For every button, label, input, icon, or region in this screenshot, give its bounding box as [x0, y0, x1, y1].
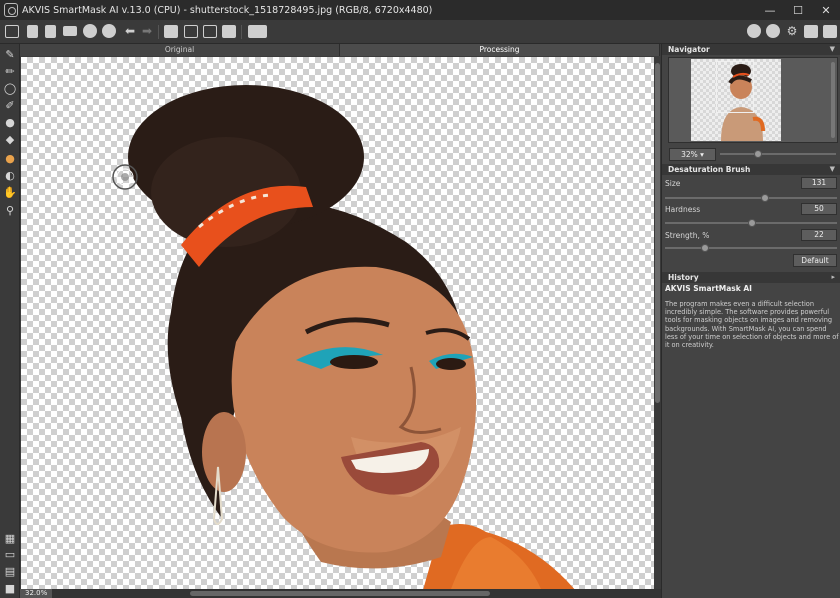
navigator-view-frame[interactable]	[716, 61, 754, 113]
batch-icon[interactable]	[202, 23, 218, 39]
maximize-button[interactable]: ☐	[784, 0, 812, 20]
strength-field[interactable]: 22	[801, 229, 837, 241]
navigator-preview[interactable]	[668, 57, 838, 143]
app-logo-icon	[4, 3, 18, 17]
navigator-thumbnail	[691, 59, 781, 141]
mode-icon[interactable]	[247, 23, 267, 39]
lasso-icon[interactable]: ◯	[2, 80, 18, 96]
print-icon[interactable]	[62, 23, 78, 39]
strength-slider[interactable]	[665, 244, 837, 252]
close-button[interactable]: ✕	[812, 0, 840, 20]
brush-panel-header[interactable]: Desaturation Brush ▼	[662, 164, 840, 175]
size-slider[interactable]	[665, 194, 837, 202]
canvas-horizontal-scrollbar[interactable]	[190, 591, 490, 596]
default-button[interactable]: Default	[793, 254, 837, 267]
minimize-button[interactable]: —	[756, 0, 784, 20]
hardness-label: Hardness	[665, 205, 701, 214]
drop-icon[interactable]: ●	[2, 114, 18, 130]
save-icon[interactable]	[24, 23, 40, 39]
export-pass-icon[interactable]	[803, 23, 819, 39]
window-title: AKVIS SmartMask AI v.13.0 (CPU) - shutte…	[22, 4, 433, 16]
help-icon[interactable]	[765, 23, 781, 39]
image-canvas[interactable]	[21, 57, 654, 589]
background-icon[interactable]: ▭	[2, 546, 18, 562]
hand-icon[interactable]: ✋	[2, 184, 18, 200]
select-all-icon[interactable]: ▤	[2, 563, 18, 579]
history-header[interactable]: History ▸	[662, 272, 840, 283]
eraser-icon[interactable]: ◆	[2, 131, 18, 147]
desaturation-brush-icon[interactable]: ●	[2, 150, 18, 166]
size-label: Size	[665, 179, 681, 188]
hardness-field[interactable]: 50	[801, 203, 837, 215]
undo-icon[interactable]: ⬅	[122, 23, 138, 39]
select-brush-icon[interactable]: ✐	[2, 97, 18, 113]
load-preset-icon[interactable]	[82, 23, 98, 39]
magic-brush-icon[interactable]: ✎	[2, 46, 18, 62]
zoom-readout: 32.0%	[20, 589, 53, 598]
hardness-slider-knob[interactable]	[748, 219, 756, 227]
help-title: AKVIS SmartMask AI	[665, 284, 752, 293]
canvas-vertical-scrollbar[interactable]	[654, 57, 661, 589]
zoom-slider-knob[interactable]	[754, 150, 762, 158]
scroll-thumb[interactable]	[655, 63, 660, 403]
right-panel: Navigator ▼ 32% ▾ Desaturation Brush ▼ Siz…	[661, 44, 840, 598]
adjust-icon[interactable]	[183, 23, 199, 39]
tab-original[interactable]: Original	[20, 44, 340, 56]
size-field[interactable]: 131	[801, 177, 837, 189]
tools-panel: ✎ ✏ ◯ ✐ ● ◆ ● ◐ ✋ ⚲ ▦ ▭ ▤ ■	[0, 44, 20, 598]
hardness-slider[interactable]	[665, 219, 837, 227]
run-icon[interactable]	[163, 23, 179, 39]
zoom-slider[interactable]	[720, 150, 836, 158]
zoom-icon[interactable]: ⚲	[2, 202, 18, 218]
strength-slider-knob[interactable]	[701, 244, 709, 252]
export-icon[interactable]	[42, 23, 58, 39]
mask-icon[interactable]: ■	[2, 580, 18, 596]
tab-processing[interactable]: Processing	[340, 44, 660, 56]
notify-icon[interactable]	[822, 23, 838, 39]
status-bar: 32.0%	[20, 589, 661, 598]
title-bar: AKVIS SmartMask AI v.13.0 (CPU) - shutte…	[0, 0, 840, 20]
transparency-icon[interactable]: ▦	[2, 530, 18, 546]
zoom-select[interactable]: 32% ▾	[669, 148, 716, 161]
navigator-header[interactable]: Navigator ▼	[662, 44, 840, 55]
layers-icon[interactable]	[221, 23, 237, 39]
open-icon[interactable]	[4, 23, 20, 39]
redo-icon[interactable]: ➡	[139, 23, 155, 39]
navigator-scrollbar[interactable]	[831, 62, 835, 138]
help-text: The program makes even a difficult selec…	[665, 300, 839, 350]
strength-label: Strength, %	[665, 231, 710, 240]
save-preset-icon[interactable]	[101, 23, 117, 39]
about-icon[interactable]	[746, 23, 762, 39]
view-tabs: Original Processing	[20, 44, 660, 56]
pencil-icon[interactable]: ✏	[2, 63, 18, 79]
size-slider-knob[interactable]	[761, 194, 769, 202]
color-range-icon[interactable]: ◐	[2, 167, 18, 183]
main-toolbar: ⬅ ➡ ⚙	[0, 20, 840, 44]
settings-icon[interactable]: ⚙	[784, 23, 800, 39]
cutout-photo	[112, 85, 575, 589]
